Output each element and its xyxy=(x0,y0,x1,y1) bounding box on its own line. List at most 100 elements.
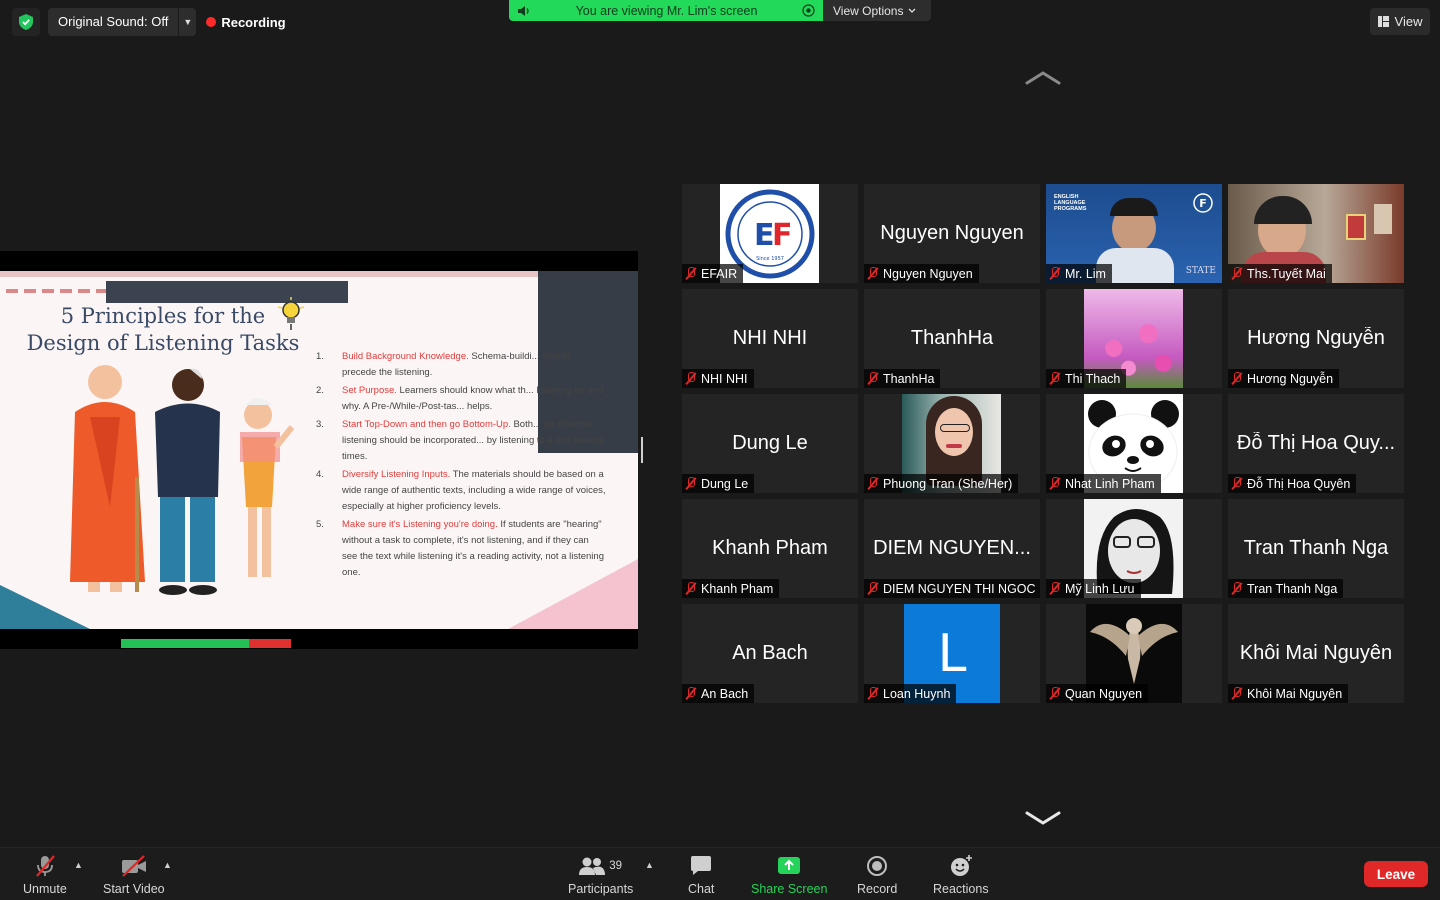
record-label: Record xyxy=(857,882,898,896)
participant-tile[interactable]: E F Since 1957 EFAIR xyxy=(682,184,858,283)
participant-display-name: Dung Le xyxy=(732,432,808,454)
zoom-meeting-window: Original Sound: Off ▼ Recording You are … xyxy=(0,0,1440,900)
principle-heading: Build Background Knowledge. xyxy=(342,351,469,362)
participant-tile[interactable]: Ths.Tuyết Mai xyxy=(1228,184,1404,283)
participant-tile[interactable]: An Bach An Bach xyxy=(682,604,858,703)
participant-tile[interactable]: Dung Le Dung Le xyxy=(682,394,858,493)
participant-name: Đỗ Thị Hoa Quyên xyxy=(1247,476,1351,491)
participant-tile[interactable]: DIEM NGUYEN... DIEM NGUYEN THI NGOC xyxy=(864,499,1040,598)
participant-tile[interactable]: Mỹ Linh Lưu xyxy=(1046,499,1222,598)
participant-name: Khôi Mai Nguyên xyxy=(1247,686,1343,701)
recording-dot-icon xyxy=(206,17,217,27)
participant-tile[interactable]: Phuong Tran (She/Her) xyxy=(864,394,1040,493)
participant-tile[interactable]: Quan Nguyen xyxy=(1046,604,1222,703)
shared-screen[interactable]: 5 Principles for the Design of Listening… xyxy=(0,251,638,649)
unmute-button[interactable]: Unmute xyxy=(23,854,67,896)
principle-number: 1. xyxy=(316,351,324,362)
view-label: View xyxy=(1394,14,1423,29)
slide-title: 5 Principles for the Design of Listening… xyxy=(18,303,308,357)
participant-tile[interactable]: NHI NHI NHI NHI xyxy=(682,289,858,388)
view-button[interactable]: View xyxy=(1370,8,1430,35)
lim-state-text: STATE xyxy=(1185,266,1216,276)
recording-indicator[interactable]: Recording xyxy=(206,14,286,30)
participant-tile[interactable]: Nguyen Nguyen Nguyen Nguyen xyxy=(864,184,1040,283)
participant-tile[interactable]: Hương Nguyễn Hương Nguyễn xyxy=(1228,289,1404,388)
participant-name-label: DIEM NGUYEN THI NGOC xyxy=(864,579,1040,598)
principle-item: 1. Build Background Knowledge. Schema-bui… xyxy=(316,349,606,381)
mic-muted-icon xyxy=(867,477,879,490)
participant-display-name: Tran Thanh Nga xyxy=(1243,537,1389,559)
participant-name: Phuong Tran (She/Her) xyxy=(883,476,1013,491)
participant-tile[interactable]: Khanh Pham Khanh Pham xyxy=(682,499,858,598)
participant-display-name: Nguyen Nguyen xyxy=(880,222,1024,244)
participant-tile[interactable]: Đỗ Thị Hoa Quy... Đỗ Thị Hoa Quyên xyxy=(1228,394,1404,493)
gallery-page-up-icon[interactable] xyxy=(1024,70,1062,86)
record-status-icon[interactable] xyxy=(802,4,815,17)
viewing-screen-banner: You are viewing Mr. Lim's screen xyxy=(509,0,823,21)
svg-text:F: F xyxy=(772,218,793,253)
participant-display-name: Hương Nguyễn xyxy=(1247,327,1385,349)
principle-item: 3. Start Top-Down and then go Bottom-Up. … xyxy=(316,417,606,465)
chat-button[interactable]: Chat xyxy=(688,854,714,896)
participant-display-name: ThanhHa xyxy=(910,327,994,349)
participant-name: Loan Huynh xyxy=(883,686,951,701)
participant-name-label: EFAIR xyxy=(682,264,744,283)
original-sound-label[interactable]: Original Sound: Off xyxy=(48,8,178,36)
participant-tile[interactable]: ENGLISH LANGUAGE PROGRAMS F STATE Mr. Lim xyxy=(1046,184,1222,283)
participants-button[interactable]: 39 Participants xyxy=(568,854,633,896)
participant-tile[interactable]: ThanhHa ThanhHa xyxy=(864,289,1040,388)
participant-name: Dung Le xyxy=(701,476,749,491)
grid-view-icon xyxy=(1377,16,1389,27)
participant-name-label: Quan Nguyen xyxy=(1046,684,1149,703)
video-off-icon xyxy=(121,855,146,877)
participant-tile[interactable]: Thi Thach xyxy=(1046,289,1222,388)
principles-list: 1. Build Background Knowledge. Schema-bui… xyxy=(316,349,606,583)
participants-label: Participants xyxy=(568,882,634,896)
mic-muted-icon xyxy=(1231,687,1243,700)
participant-name: Mr. Lim xyxy=(1065,266,1106,281)
slide-corner-pink xyxy=(508,559,638,629)
participant-name: Nguyen Nguyen xyxy=(883,266,973,281)
mic-muted-icon xyxy=(867,582,879,595)
participant-name-label: Mr. Lim xyxy=(1046,264,1112,283)
participants-options-chevron-icon[interactable]: ▲ xyxy=(645,860,654,870)
participant-name-label: Tran Thanh Nga xyxy=(1228,579,1344,598)
presenter-share-green xyxy=(121,639,249,648)
mic-muted-icon xyxy=(1049,687,1061,700)
chat-icon xyxy=(691,856,712,875)
principle-heading: Set Purpose. xyxy=(342,385,397,396)
participant-name-label: Loan Huynh xyxy=(864,684,957,703)
participant-name: Hương Nguyễn xyxy=(1247,371,1334,386)
video-options-chevron-icon[interactable]: ▲ xyxy=(163,860,172,870)
share-screen-button[interactable]: Share Screen xyxy=(751,854,827,896)
record-button[interactable]: Record xyxy=(857,854,897,896)
audio-options-chevron-icon[interactable]: ▲ xyxy=(74,860,83,870)
speaker-icon[interactable] xyxy=(517,5,531,17)
chevron-down-icon xyxy=(909,8,916,13)
reactions-label: Reactions xyxy=(933,882,989,896)
participant-name: Mỹ Linh Lưu xyxy=(1065,581,1135,596)
participant-tile[interactable]: Khôi Mai Nguyên Khôi Mai Nguyên xyxy=(1228,604,1404,703)
split-view-handle[interactable] xyxy=(641,437,643,463)
start-video-button[interactable]: Start Video xyxy=(103,854,165,896)
principle-heading: Diversify Listening Inputs. xyxy=(342,469,451,480)
encryption-shield-icon[interactable] xyxy=(12,8,40,36)
share-screen-icon xyxy=(778,857,801,874)
mic-muted-icon xyxy=(1231,477,1243,490)
recording-label: Recording xyxy=(221,14,286,30)
participant-name-label: ThanhHa xyxy=(864,369,941,388)
original-sound-toggle[interactable]: Original Sound: Off ▼ xyxy=(48,8,197,36)
people-illustration xyxy=(70,365,295,595)
slide-title-line2: Design of Listening Tasks xyxy=(26,331,300,355)
gallery-page-down-icon[interactable] xyxy=(1024,810,1062,826)
leave-button[interactable]: Leave xyxy=(1364,861,1428,887)
principle-heading: Make sure it's Listening you're doing. xyxy=(342,519,498,530)
reactions-button[interactable]: Reactions xyxy=(933,854,989,896)
participant-tile[interactable]: Nhat Linh Pham xyxy=(1046,394,1222,493)
participant-tile[interactable]: Tran Thanh Nga Tran Thanh Nga xyxy=(1228,499,1404,598)
participant-tile[interactable]: L Loan Huynh xyxy=(864,604,1040,703)
original-sound-menu-icon[interactable]: ▼ xyxy=(178,8,196,36)
mic-muted-icon xyxy=(1231,582,1243,595)
mic-muted-icon xyxy=(685,372,697,385)
view-options-button[interactable]: View Options xyxy=(823,0,931,21)
